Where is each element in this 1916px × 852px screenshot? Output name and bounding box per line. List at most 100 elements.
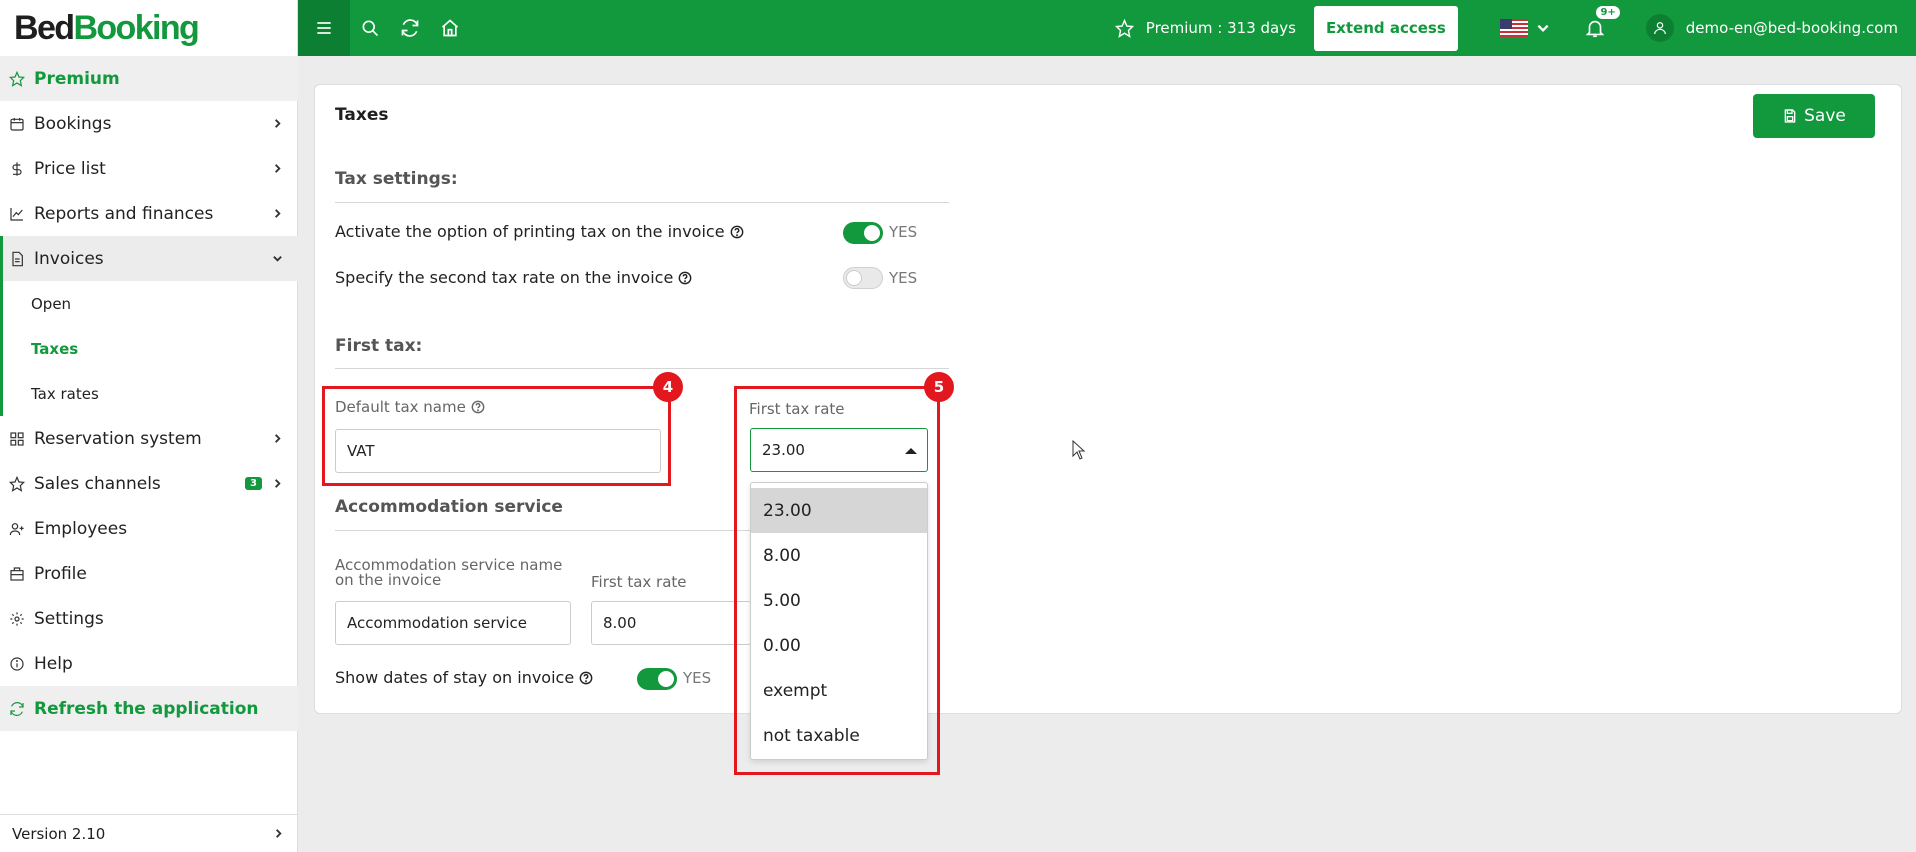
- print-tax-row-label: Activate the option of printing tax on t…: [335, 222, 744, 241]
- building-icon: [8, 565, 26, 583]
- chevron-right-icon: [272, 478, 284, 490]
- rate-option[interactable]: not taxable: [751, 713, 927, 758]
- gear-icon: [8, 610, 26, 628]
- chart-icon: [8, 205, 26, 223]
- logo[interactable]: Bed Booking: [14, 4, 200, 52]
- save-icon: [1784, 109, 1796, 123]
- chevron-right-icon: [272, 118, 284, 130]
- help-icon[interactable]: [579, 671, 593, 685]
- acc-name-input[interactable]: Accommodation service: [335, 601, 571, 645]
- chevron-right-icon: [272, 163, 284, 175]
- sidebar: Bed Booking Premium Bookings Price list R…: [0, 0, 298, 852]
- star-outline-icon: [1114, 18, 1134, 38]
- sidebar-item-reservation-system[interactable]: Reservation system: [0, 416, 298, 461]
- default-tax-name-label: Default tax name: [335, 398, 485, 416]
- sidebar-nav: Premium Bookings Price list Reports and …: [0, 56, 298, 731]
- page-title: Taxes: [335, 105, 389, 125]
- refresh-icon: [8, 700, 26, 718]
- star-icon: [8, 70, 26, 88]
- chevron-down-icon: [272, 253, 284, 265]
- print-tax-yes: YES: [889, 223, 918, 241]
- topbar: Premium : 313 days Extend access 9+ demo…: [298, 0, 1916, 56]
- premium-status: Premium : 313 days: [1114, 18, 1296, 38]
- rate-option[interactable]: 0.00: [751, 623, 927, 668]
- info-icon: [8, 655, 26, 673]
- sidebar-subitem-open[interactable]: Open: [0, 281, 298, 326]
- annotation-badge-4: 4: [653, 372, 683, 402]
- dollar-icon: [8, 160, 26, 178]
- help-icon[interactable]: [471, 400, 485, 414]
- help-icon[interactable]: [678, 271, 692, 285]
- acc-name-label: Accommodation service name on the invoic…: [335, 556, 563, 589]
- sidebar-item-profile[interactable]: Profile: [0, 551, 298, 596]
- search-icon[interactable]: [350, 0, 390, 56]
- first-tax-rate-options: 23.00 8.00 5.00 0.00 exempt not taxable: [750, 482, 928, 760]
- second-tax-toggle[interactable]: [843, 267, 883, 289]
- chevron-down-icon: [1537, 24, 1549, 32]
- tax-settings-heading: Tax settings:: [335, 169, 458, 189]
- accommodation-heading: Accommodation service: [335, 497, 563, 517]
- home-icon[interactable]: [430, 0, 470, 56]
- user-icon: [1653, 22, 1666, 35]
- divider: [335, 368, 949, 369]
- help-icon[interactable]: [730, 225, 744, 239]
- annotation-badge-5: 5: [924, 372, 954, 402]
- rate-option[interactable]: 23.00: [751, 488, 927, 533]
- sidebar-item-refresh[interactable]: Refresh the application: [0, 686, 298, 731]
- mouse-cursor-icon: [1072, 439, 1086, 460]
- sync-icon[interactable]: [390, 0, 430, 56]
- chevron-right-icon: [273, 825, 284, 843]
- user-plus-icon: [8, 520, 26, 538]
- print-tax-toggle[interactable]: [843, 222, 883, 244]
- sales-channels-badge: 3: [245, 477, 262, 490]
- star-icon: [8, 475, 26, 493]
- invoice-icon: [8, 250, 26, 268]
- save-button[interactable]: Save: [1753, 94, 1875, 138]
- first-tax-heading: First tax:: [335, 336, 423, 356]
- grid-icon: [8, 430, 26, 448]
- user-email: demo-en@bed-booking.com: [1685, 19, 1898, 37]
- chevron-right-icon: [272, 208, 284, 220]
- hamburger-menu-icon[interactable]: [298, 0, 350, 56]
- user-menu[interactable]: demo-en@bed-booking.com: [1645, 14, 1898, 42]
- sidebar-item-employees[interactable]: Employees: [0, 506, 298, 551]
- show-dates-row-label: Show dates of stay on invoice: [335, 668, 593, 687]
- taxes-card: Taxes Save Tax settings: Activate the op…: [314, 84, 1902, 714]
- first-tax-rate-label: First tax rate: [749, 400, 845, 418]
- default-tax-name-input[interactable]: VAT: [335, 429, 661, 473]
- show-dates-yes: YES: [683, 669, 712, 687]
- calendar-icon: [8, 115, 26, 133]
- sidebar-item-bookings[interactable]: Bookings: [0, 101, 298, 146]
- rate-option[interactable]: 8.00: [751, 533, 927, 578]
- sidebar-item-sales-channels[interactable]: Sales channels 3: [0, 461, 298, 506]
- acc-rate-select[interactable]: 8.00: [591, 601, 751, 645]
- avatar: [1645, 14, 1674, 42]
- divider: [335, 202, 949, 203]
- caret-up-icon: [905, 448, 917, 454]
- second-tax-row-label: Specify the second tax rate on the invoi…: [335, 268, 692, 287]
- sidebar-item-settings[interactable]: Settings: [0, 596, 298, 641]
- version-footer[interactable]: Version 2.10: [0, 814, 298, 852]
- invoices-submenu: Open Taxes Tax rates: [0, 281, 298, 416]
- rate-option[interactable]: exempt: [751, 668, 927, 713]
- sidebar-item-premium[interactable]: Premium: [0, 56, 298, 101]
- divider: [335, 530, 755, 531]
- chevron-right-icon: [272, 433, 284, 445]
- rate-option[interactable]: 5.00: [751, 578, 927, 623]
- notifications-button[interactable]: 9+: [1584, 6, 1620, 39]
- second-tax-yes: YES: [889, 269, 918, 287]
- us-flag-icon: [1499, 19, 1528, 37]
- extend-access-button[interactable]: Extend access: [1313, 5, 1458, 51]
- sidebar-item-price-list[interactable]: Price list: [0, 146, 298, 191]
- show-dates-toggle[interactable]: [637, 668, 677, 690]
- sidebar-subitem-taxes[interactable]: Taxes: [0, 326, 298, 371]
- first-tax-rate-select[interactable]: 23.00: [750, 428, 928, 472]
- sidebar-subitem-tax-rates[interactable]: Tax rates: [0, 371, 298, 416]
- language-selector[interactable]: [1499, 19, 1550, 37]
- sidebar-item-help[interactable]: Help: [0, 641, 298, 686]
- acc-rate-label: First tax rate: [591, 573, 687, 591]
- sidebar-item-invoices[interactable]: Invoices: [0, 236, 298, 281]
- bell-icon: [1585, 20, 1605, 38]
- sidebar-item-reports[interactable]: Reports and finances: [0, 191, 298, 236]
- notifications-count: 9+: [1596, 6, 1620, 19]
